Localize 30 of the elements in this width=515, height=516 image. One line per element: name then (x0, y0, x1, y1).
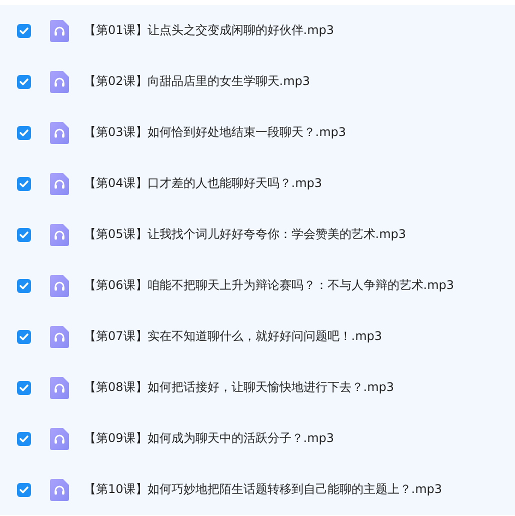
file-name: 【第04课】口才差的人也能聊好天吗？.mp3 (84, 175, 322, 192)
audio-file-icon (50, 428, 69, 450)
file-name: 【第10课】如何巧妙地把陌生话题转移到自己能聊的主题上？.mp3 (84, 481, 442, 498)
file-name: 【第03课】如何恰到好处地结束一段聊天？.mp3 (84, 124, 346, 141)
file-name: 【第07课】实在不知道聊什么，就好好问问题吧！.mp3 (84, 328, 382, 345)
file-name: 【第05课】让我找个词儿好好夸夸你：学会赞美的艺术.mp3 (84, 226, 406, 243)
checkbox[interactable] (17, 432, 31, 446)
audio-file-icon (50, 224, 69, 246)
checkbox[interactable] (17, 176, 31, 190)
checkbox[interactable] (17, 330, 31, 344)
file-name: 【第08课】如何把话接好，让聊天愉快地进行下去？.mp3 (84, 379, 394, 396)
checkbox[interactable] (17, 380, 31, 394)
audio-file-icon (50, 20, 69, 42)
checkbox[interactable] (17, 482, 31, 496)
checkbox[interactable] (17, 278, 31, 292)
audio-file-icon (50, 172, 69, 194)
audio-file-icon (50, 274, 69, 296)
audio-file-icon (50, 478, 69, 500)
file-name: 【第06课】咱能不把聊天上升为辩论赛吗？：不与人争辩的艺术.mp3 (84, 277, 454, 294)
file-name: 【第09课】如何成为聊天中的活跃分子？.mp3 (84, 430, 334, 447)
audio-file-icon (50, 122, 69, 144)
checkbox[interactable] (17, 24, 31, 38)
checkbox[interactable] (17, 228, 31, 242)
audio-file-icon (50, 70, 69, 92)
file-name: 【第02课】向甜品店里的女生学聊天.mp3 (84, 73, 310, 90)
checkbox[interactable] (17, 74, 31, 88)
audio-file-icon (50, 326, 69, 348)
checkbox[interactable] (17, 126, 31, 140)
file-name: 【第01课】让点头之交变成闲聊的好伙伴.mp3 (84, 22, 334, 39)
audio-file-icon (50, 376, 69, 398)
